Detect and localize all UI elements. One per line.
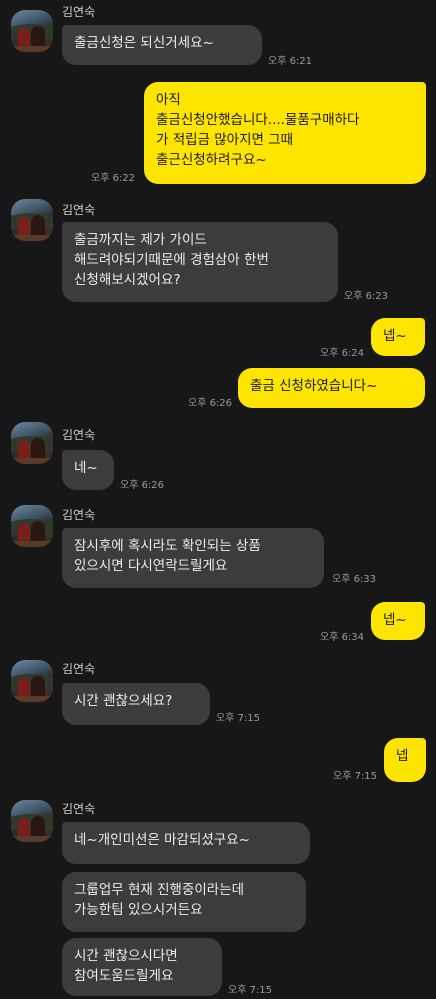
message-bubble[interactable]: 시간 괜찮으세요?: [62, 683, 210, 725]
message-time: 오후 6:21: [268, 56, 313, 67]
message-bubble[interactable]: 출금 신청하였습니다~: [238, 368, 425, 408]
sender-name: 김연숙: [62, 428, 96, 442]
sender-name: 김연숙: [62, 662, 96, 676]
avatar[interactable]: [11, 10, 53, 52]
message-bubble[interactable]: 넵~: [371, 318, 425, 356]
message-time: 오후 6:34: [320, 632, 365, 643]
message-bubble[interactable]: 네~개인미션은 마감되셨구요~: [62, 822, 310, 864]
message-time: 오후 6:26: [120, 480, 165, 491]
message-bubble[interactable]: 넵~: [371, 602, 425, 640]
message-bubble[interactable]: 잠시후에 혹시라도 확인되는 상품 있으시면 다시연락드릴게요: [62, 528, 324, 588]
message-bubble[interactable]: 시간 괜찮으시다면 참여도움드릴게요: [62, 938, 222, 996]
message-time: 오후 6:24: [320, 348, 365, 359]
message-bubble[interactable]: 출금까지는 제가 가이드 해드려야되기때문에 경험삼아 한번 신청해보시겠어요?: [62, 222, 338, 302]
message-bubble[interactable]: 아직 출금신청안했습니다....물품구매하다 가 적립금 많아지면 그때 출근신…: [144, 82, 426, 184]
message-time: 오후 6:22: [91, 173, 136, 184]
message-time: 오후 7:15: [216, 713, 261, 724]
avatar[interactable]: [11, 199, 53, 241]
message-bubble[interactable]: 넵: [384, 738, 426, 782]
avatar[interactable]: [11, 800, 53, 842]
message-time: 오후 6:23: [344, 291, 389, 302]
message-bubble[interactable]: 그룹업무 현재 진행중이라는데 가능한팀 있으시거든요: [62, 872, 306, 932]
chat-view[interactable]: 김연숙 출금신청은 되신거세요~ 오후 6:21 아직 출금신청안했습니다...…: [0, 0, 436, 999]
avatar[interactable]: [11, 505, 53, 547]
avatar[interactable]: [11, 422, 53, 464]
message-bubble[interactable]: 출금신청은 되신거세요~: [62, 25, 262, 65]
sender-name: 김연숙: [62, 802, 96, 816]
sender-name: 김연숙: [62, 5, 96, 19]
sender-name: 김연숙: [62, 508, 96, 522]
message-time: 오후 6:33: [332, 574, 377, 585]
message-time: 오후 7:15: [228, 985, 273, 996]
message-time: 오후 7:15: [333, 771, 378, 782]
avatar[interactable]: [11, 660, 53, 702]
message-bubble[interactable]: 네~: [62, 450, 114, 490]
sender-name: 김연숙: [62, 203, 96, 217]
message-time: 오후 6:26: [188, 398, 233, 409]
